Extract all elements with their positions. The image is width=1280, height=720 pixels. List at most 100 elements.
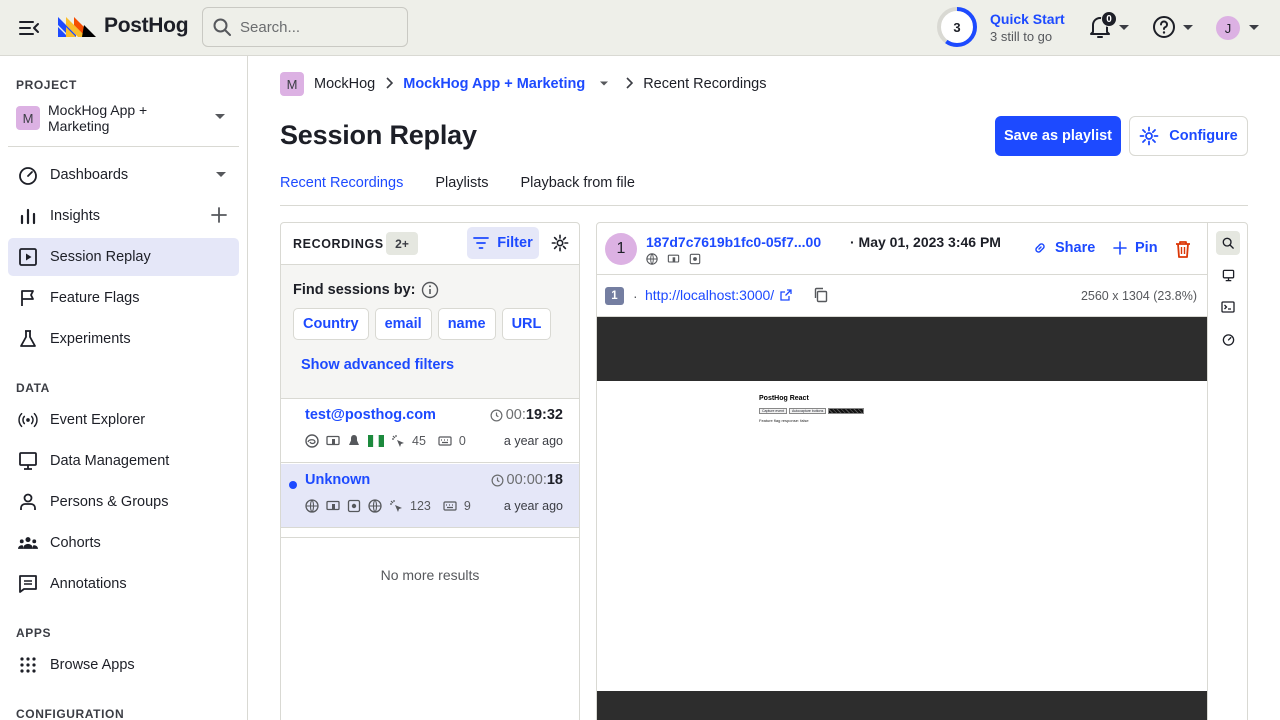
tab-playlists[interactable]: Playlists [435, 172, 488, 206]
globe-icon [305, 499, 319, 513]
share-button[interactable]: Share [1033, 240, 1095, 256]
notifications-button[interactable]: 0 [1088, 11, 1134, 42]
keypress-count: 0 [458, 434, 466, 448]
events-tool-button[interactable] [1216, 263, 1240, 287]
desktop-device-icon [326, 435, 340, 446]
sidebar-item-label: Insights [50, 208, 100, 224]
session-id-link[interactable]: 187d7c7619b1fc0-05f7...00 [646, 234, 821, 250]
sidebar-item-browse-apps[interactable]: Browse Apps [8, 646, 239, 684]
main-content: M MockHog MockHog App + Marketing Recent… [248, 56, 1280, 720]
broadcast-icon [18, 410, 38, 430]
replay-button: Capture event [759, 408, 787, 414]
configure-button[interactable]: Configure [1129, 116, 1248, 156]
sidebar-item-feature-flags[interactable]: Feature Flags [8, 279, 239, 317]
replay-page-title: PostHog React [759, 395, 809, 402]
quick-start[interactable]: 3 Quick Start 3 still to go [936, 6, 1065, 48]
user-menu[interactable]: J [1216, 15, 1262, 41]
sidebar-item-label: Annotations [50, 576, 127, 592]
filter-chips: Country email name URL [293, 308, 552, 340]
flag-icon [18, 288, 38, 308]
chip-name[interactable]: name [437, 308, 496, 340]
quick-start-subtitle: 3 still to go [990, 28, 1053, 44]
search-input[interactable]: Search... [202, 7, 408, 47]
chip-country[interactable]: Country [293, 308, 369, 340]
sidebar-item-cohorts[interactable]: Cohorts [8, 524, 239, 562]
notifications-badge: 0 [1101, 11, 1117, 27]
chevron-down-icon[interactable] [599, 81, 609, 87]
annotation-icon [18, 574, 38, 594]
click-count: 123 [410, 499, 431, 513]
list-item[interactable]: Unknown 00:00: 18 123 9 a year ago [281, 464, 579, 528]
recordings-header: RECORDINGS 2+ Filter [281, 223, 579, 265]
country-flag-icon [368, 435, 384, 447]
find-sessions-text: Find sessions by: [293, 282, 416, 298]
sidebar-item-insights[interactable]: Insights [8, 197, 239, 235]
gear-icon[interactable] [551, 234, 569, 252]
sidebar-item-annotations[interactable]: Annotations [8, 565, 239, 603]
globe-icon [646, 253, 658, 265]
sidebar-item-persons-groups[interactable]: Persons & Groups [8, 483, 239, 521]
cursor-click-icon [392, 435, 404, 447]
keypress-count: 9 [463, 499, 471, 513]
recordings-panel: RECORDINGS 2+ Filter Find sessions by: C… [280, 222, 580, 720]
breadcrumb-project[interactable]: MockHog App + Marketing [403, 76, 585, 92]
replay-page-text: Feature flag response: false [759, 418, 809, 423]
terminal-icon [1221, 301, 1235, 313]
performance-tool-button[interactable] [1216, 327, 1240, 351]
sidebar-item-label: Feature Flags [50, 290, 140, 306]
project-switcher[interactable]: M MockHog App + Marketing [16, 102, 232, 134]
sidebar-item-data-management[interactable]: Data Management [8, 442, 239, 480]
sidebar-item-event-explorer[interactable]: Event Explorer [8, 401, 239, 439]
recording-person: test@posthog.com [305, 407, 436, 423]
pin-label: Pin [1135, 240, 1158, 256]
divider [281, 537, 579, 538]
save-as-playlist-button[interactable]: Save as playlist [995, 116, 1121, 156]
grid-dots-icon [18, 655, 38, 675]
replay-viewport[interactable]: PostHog React Capture event Autocapture … [597, 317, 1207, 720]
people-icon [18, 533, 38, 553]
recordings-count-badge: 2+ [386, 232, 418, 255]
org-badge: M [280, 72, 304, 96]
filter-button[interactable]: Filter [467, 227, 539, 259]
recording-meta: 123 9 [305, 499, 471, 513]
menu-collapse-icon[interactable] [18, 18, 40, 38]
info-icon[interactable] [421, 281, 439, 299]
search-tool-button[interactable] [1216, 231, 1240, 255]
inspector-toolbar [1207, 223, 1247, 720]
bar-chart-icon [18, 206, 38, 226]
letterbox-bottom [597, 691, 1207, 720]
sidebar-item-label: Experiments [50, 331, 131, 347]
sidebar-item-session-replay[interactable]: Session Replay [8, 238, 239, 276]
tab-recent-recordings[interactable]: Recent Recordings [280, 172, 403, 206]
current-url-link[interactable]: http://localhost:3000/ [645, 287, 792, 303]
chip-url[interactable]: URL [501, 308, 552, 340]
sidebar-item-dashboards[interactable]: Dashboards [8, 156, 239, 194]
chevron-down-icon[interactable] [215, 171, 227, 179]
pin-button[interactable]: Pin [1113, 240, 1158, 256]
copy-icon[interactable] [813, 287, 829, 303]
trash-icon[interactable] [1175, 240, 1191, 258]
breadcrumb-org[interactable]: MockHog [314, 76, 375, 92]
plus-icon [1113, 241, 1127, 255]
configure-label: Configure [1169, 128, 1238, 144]
plus-icon[interactable] [211, 207, 227, 223]
posthog-logo[interactable]: PostHog [58, 14, 189, 38]
sidebar-item-label: Data Management [50, 453, 170, 469]
recording-duration: 00: 19:32 [490, 407, 563, 423]
gauge-icon [1222, 333, 1234, 346]
duration-bold: 19:32 [525, 407, 563, 423]
globe-icon [368, 499, 382, 513]
tab-playback-from-file[interactable]: Playback from file [521, 172, 635, 206]
keyboard-icon [438, 436, 452, 446]
logo-text: PostHog [104, 14, 189, 37]
chip-email[interactable]: email [374, 308, 432, 340]
filter-icon [473, 237, 490, 249]
url-separator: · [633, 288, 638, 304]
play-square-icon [18, 247, 38, 267]
console-tool-button[interactable] [1216, 295, 1240, 319]
help-button[interactable] [1152, 15, 1196, 41]
show-advanced-filters-link[interactable]: Show advanced filters [301, 357, 454, 373]
sidebar-item-label: Browse Apps [50, 657, 135, 673]
sidebar-item-experiments[interactable]: Experiments [8, 320, 239, 358]
list-item[interactable]: test@posthog.com 00: 19:32 45 0 a year ag… [281, 399, 579, 463]
